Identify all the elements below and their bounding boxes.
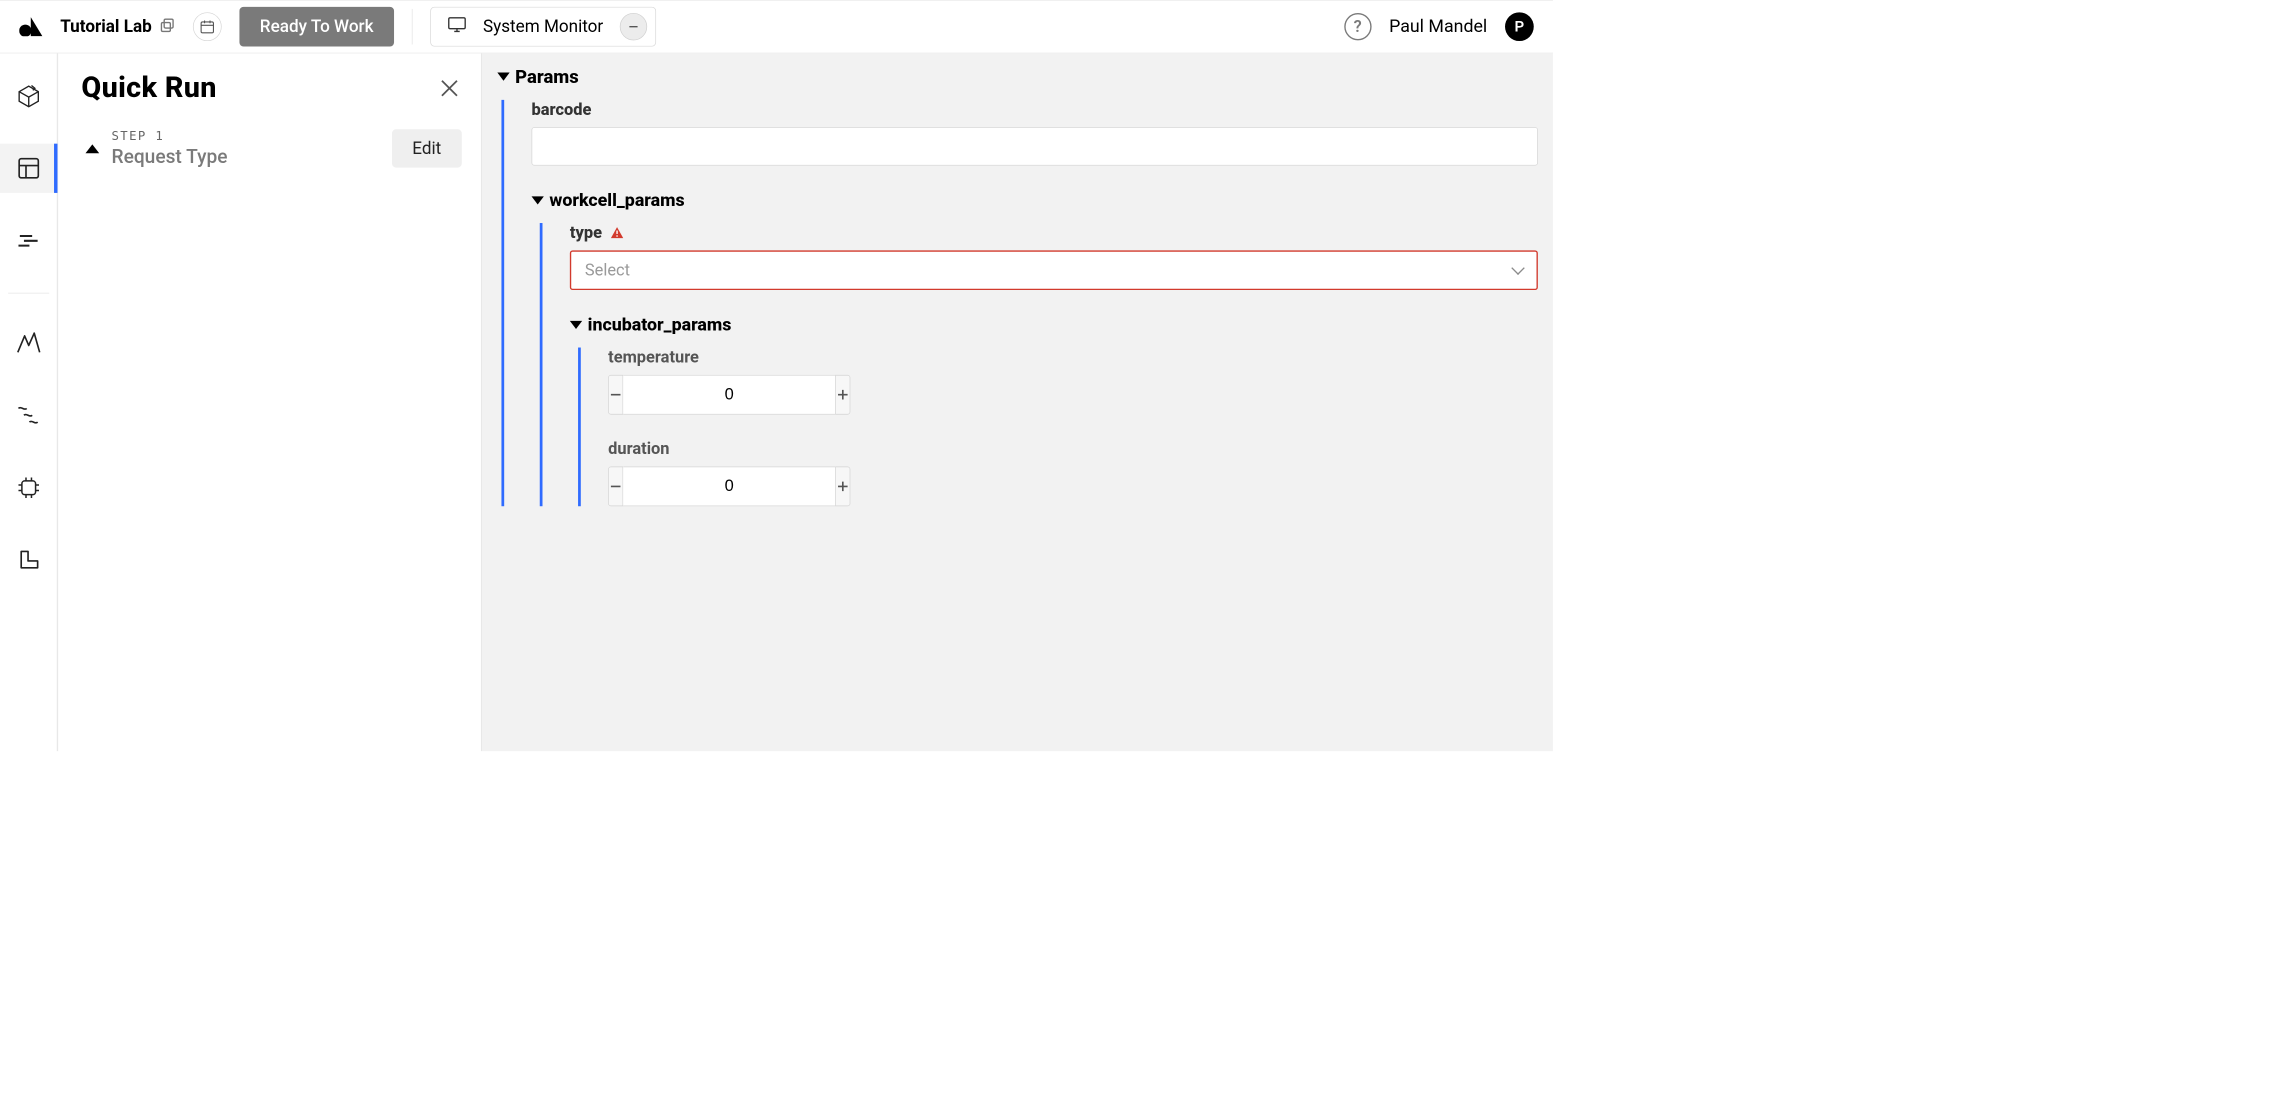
copy-icon[interactable] <box>160 18 175 37</box>
step-label: Request Type <box>112 145 228 168</box>
status-pill-label: Ready To Work <box>260 17 374 37</box>
avatar-initial: P <box>1515 18 1525 35</box>
temperature-increment[interactable] <box>835 375 850 415</box>
duration-decrement[interactable] <box>608 467 623 507</box>
system-monitor-pill[interactable]: System Monitor <box>430 7 656 47</box>
caret-down-icon <box>497 73 509 81</box>
temperature-decrement[interactable] <box>608 375 623 415</box>
rail-item-box[interactable] <box>0 71 57 120</box>
params-section-title: Params <box>515 66 579 88</box>
caret-down-icon <box>532 196 544 204</box>
rail-divider <box>8 293 49 294</box>
warning-icon <box>610 226 624 238</box>
type-label-text: type <box>570 223 602 242</box>
params-panel: Params barcode workcell_params type <box>482 53 1553 751</box>
vertical-divider <box>412 9 413 45</box>
rail-item-peaks[interactable] <box>0 318 57 367</box>
incubator-params-body: temperature duratio <box>578 348 1538 507</box>
workcell-params-body: type Select incubator_params <box>540 223 1538 506</box>
l-shape-icon <box>17 549 40 572</box>
type-select[interactable]: Select <box>570 250 1538 290</box>
duration-label: duration <box>608 439 1538 458</box>
type-select-placeholder: Select <box>585 261 630 280</box>
close-icon <box>439 78 460 99</box>
duration-stepper <box>608 467 813 507</box>
rail-item-lines[interactable] <box>0 216 57 265</box>
temperature-input[interactable] <box>623 375 835 415</box>
stacked-waves-icon <box>16 404 41 426</box>
lab-name: Tutorial Lab <box>60 17 152 37</box>
minus-icon <box>609 388 623 402</box>
rail-item-shape[interactable] <box>0 536 57 585</box>
temperature-stepper <box>608 375 813 415</box>
avatar[interactable]: P <box>1505 12 1534 41</box>
quick-run-title: Quick Run <box>81 71 216 105</box>
duration-input[interactable] <box>623 467 835 507</box>
step-block: STEP 1 Request Type Edit <box>81 129 461 167</box>
caret-down-icon <box>570 321 582 329</box>
plus-icon <box>836 388 850 402</box>
question-mark-icon: ? <box>1354 17 1362 36</box>
incubator-params-title: incubator_params <box>588 315 732 336</box>
barcode-field: barcode <box>532 100 1538 166</box>
type-label: type <box>570 223 1538 242</box>
type-field: type Select <box>570 223 1538 290</box>
layout-icon <box>17 157 40 180</box>
package-icon <box>16 83 41 108</box>
chip-icon <box>16 475 41 500</box>
monitor-icon <box>447 16 466 37</box>
status-pill[interactable]: Ready To Work <box>239 7 394 47</box>
temperature-field: temperature <box>608 348 1538 415</box>
chevron-down-icon <box>1511 261 1525 275</box>
top-bar: Tutorial Lab Ready To Work System Monito… <box>0 0 1553 53</box>
system-monitor-label: System Monitor <box>483 17 603 37</box>
barcode-label: barcode <box>532 100 1538 119</box>
temperature-label: temperature <box>608 348 1538 367</box>
workcell-params-title: workcell_params <box>549 190 684 211</box>
rail-item-layout[interactable] <box>0 144 57 193</box>
calendar-button[interactable] <box>193 12 222 41</box>
brand-logo-icon <box>19 17 42 36</box>
quick-run-panel: Quick Run STEP 1 Request Type Edit <box>58 53 482 751</box>
params-section-body: barcode workcell_params type <box>501 100 1537 506</box>
calendar-icon <box>200 19 215 34</box>
minus-circle-icon[interactable] <box>620 13 647 40</box>
user-name: Paul Mandel <box>1389 16 1487 37</box>
rail-item-chip[interactable] <box>0 463 57 512</box>
workcell-params-header[interactable]: workcell_params <box>532 190 1538 211</box>
edit-button-label: Edit <box>412 139 441 159</box>
duration-field: duration <box>608 439 1538 506</box>
staggered-lines-icon <box>17 233 40 248</box>
edit-button[interactable]: Edit <box>392 129 462 167</box>
minus-icon <box>609 480 623 494</box>
params-section-header[interactable]: Params <box>497 66 1538 88</box>
caret-up-icon[interactable] <box>86 144 100 153</box>
peaks-icon <box>16 332 41 354</box>
step-badge: STEP 1 <box>112 129 228 143</box>
duration-increment[interactable] <box>835 467 850 507</box>
left-rail <box>0 53 58 751</box>
close-button[interactable] <box>437 76 462 101</box>
rail-item-waves[interactable] <box>0 391 57 440</box>
incubator-params-header[interactable]: incubator_params <box>570 315 1538 336</box>
help-button[interactable]: ? <box>1344 13 1371 40</box>
main-area: Quick Run STEP 1 Request Type Edit Param… <box>0 53 1553 751</box>
plus-icon <box>836 480 850 494</box>
barcode-input[interactable] <box>532 127 1538 165</box>
